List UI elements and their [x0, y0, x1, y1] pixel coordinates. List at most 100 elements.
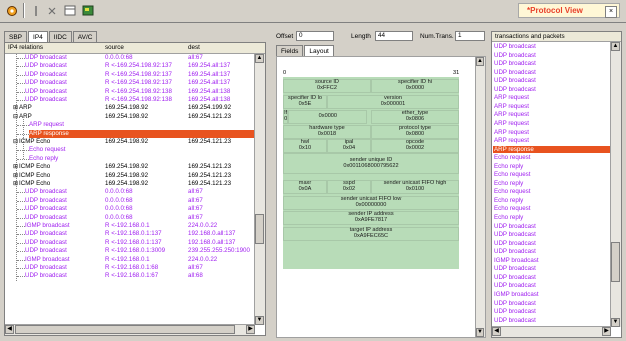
pipe-icon[interactable]: [28, 3, 44, 18]
table-row[interactable]: UDP broadcast R <-169.254.198.92:137 169.2…: [5, 79, 255, 87]
table-row[interactable]: UDP broadcast R <-169.254.198.92:138 169.2…: [5, 88, 255, 96]
table-row[interactable]: UDP broadcast R <-169.254.198.92:137 169.2…: [5, 71, 255, 79]
scroll-right-icon[interactable]: ▶: [246, 325, 255, 334]
table-row[interactable]: UDP broadcast 0.0.0.0:68 all:67: [5, 214, 255, 222]
right-scroll-up-icon[interactable]: ▲: [611, 42, 620, 51]
col-source[interactable]: source: [105, 44, 124, 51]
relation-source: R <-192.168.0.1:68: [105, 264, 159, 271]
right-hscroll[interactable]: ◀ ▶: [492, 326, 611, 337]
table-row[interactable]: IGMP broadcast R <-192.168.0.1 224.0.0.22: [5, 256, 255, 264]
expand-toggle-icon[interactable]: ⊞: [13, 163, 18, 171]
col-relations[interactable]: IP4 relations: [8, 44, 43, 51]
offset-field[interactable]: 0: [296, 31, 334, 41]
list-item[interactable]: UDP broadcast: [494, 274, 536, 281]
table-row[interactable]: ⊞ ICMP Echo 169.254.198.92 169.254.121.23: [5, 163, 255, 171]
table-row[interactable]: Echo request: [5, 146, 255, 154]
table-row[interactable]: UDP broadcast 0.0.0.0:68 all:67: [5, 197, 255, 205]
list-item[interactable]: UDP broadcast: [494, 231, 536, 238]
scroll-down-icon[interactable]: ▼: [255, 316, 264, 325]
image-icon[interactable]: [80, 3, 96, 18]
list-item[interactable]: UDP broadcast: [494, 300, 536, 307]
table-row[interactable]: UDP broadcast R <-192.168.0.1:67 all:68: [5, 272, 255, 280]
list-item[interactable]: Echo request: [494, 154, 530, 161]
expand-toggle-icon[interactable]: ⊞: [13, 172, 18, 180]
list-item[interactable]: ARP request: [494, 137, 529, 144]
table-row[interactable]: UDP broadcast R <-192.168.0.1:137 192.168.…: [5, 239, 255, 247]
table-row[interactable]: UDP broadcast 0.0.0.0:68 all:67: [5, 188, 255, 196]
table-row[interactable]: UDP broadcast R <-192.168.0.1:137 192.168.…: [5, 230, 255, 238]
scroll-up-icon[interactable]: ▲: [255, 54, 264, 63]
middle-vscroll[interactable]: ▲ ▼: [475, 57, 485, 337]
list-item[interactable]: Echo reply: [494, 197, 523, 204]
right-scroll-left-icon[interactable]: ◀: [492, 327, 501, 336]
right-scroll-thumb[interactable]: [611, 242, 620, 282]
list-item[interactable]: ARP request: [494, 103, 529, 110]
list-item[interactable]: UDP broadcast: [494, 308, 536, 315]
expand-toggle-icon[interactable]: ⊟: [13, 138, 18, 146]
list-item[interactable]: UDP broadcast: [494, 317, 536, 324]
list-item[interactable]: Echo request: [494, 171, 530, 178]
table-row[interactable]: ⊞ ICMP Echo 169.254.198.92 169.254.121.23: [5, 172, 255, 180]
right-scroll-down-icon[interactable]: ▼: [611, 318, 620, 327]
list-item[interactable]: IGMP broadcast: [494, 291, 539, 298]
col-dest[interactable]: dest: [188, 44, 200, 51]
list-item[interactable]: UDP broadcast: [494, 77, 536, 84]
list-item[interactable]: Echo reply: [494, 163, 523, 170]
expand-toggle-icon[interactable]: ⊞: [13, 104, 18, 112]
table-row[interactable]: IGMP broadcast R <-192.168.0.1 224.0.0.22: [5, 222, 255, 230]
list-item[interactable]: UDP broadcast: [494, 223, 536, 230]
list-item[interactable]: IGMP broadcast: [494, 257, 539, 264]
table-row[interactable]: ⊞ ICMP Echo 169.254.198.92 169.254.121.23: [5, 180, 255, 188]
list-item[interactable]: UDP broadcast: [494, 52, 536, 59]
list-item[interactable]: ARP request: [494, 120, 529, 127]
relation-dest: 224.0.0.22: [188, 255, 218, 263]
relation-name: ARP response: [29, 129, 265, 138]
table-row[interactable]: ⊟ ICMP Echo 169.254.198.92 169.254.121.23: [5, 138, 255, 146]
list-item[interactable]: UDP broadcast: [494, 248, 536, 255]
length-field[interactable]: 44: [375, 31, 413, 41]
table-row[interactable]: UDP broadcast R <-192.168.0.1:68 all:67: [5, 264, 255, 272]
left-hscroll-thumb[interactable]: [15, 325, 235, 334]
table-row[interactable]: ARP response: [5, 129, 265, 138]
left-hscroll[interactable]: ◀ ▶: [5, 324, 255, 335]
expand-toggle-icon[interactable]: ⊞: [13, 180, 18, 188]
protocol-view-tab[interactable]: *Protocol View ×: [518, 3, 620, 18]
scroll-left-icon[interactable]: ◀: [5, 325, 14, 334]
table-row[interactable]: UDP broadcast R <-169.254.198.92:138 169.2…: [5, 96, 255, 104]
list-item[interactable]: UDP broadcast: [494, 43, 536, 50]
expand-toggle-icon[interactable]: ⊟: [13, 113, 18, 121]
list-item[interactable]: ARP request: [494, 94, 529, 101]
table-row[interactable]: ARP request: [5, 121, 255, 129]
left-scroll-thumb[interactable]: [255, 214, 264, 244]
list-item[interactable]: Echo request: [494, 188, 530, 195]
left-vscroll[interactable]: ▲ ▼: [254, 54, 265, 325]
list-item[interactable]: ARP request: [494, 111, 529, 118]
list-item[interactable]: Echo reply: [494, 180, 523, 187]
right-scroll-right-icon[interactable]: ▶: [602, 327, 611, 336]
list-item[interactable]: UDP broadcast: [494, 240, 536, 247]
list-item[interactable]: UDP broadcast: [494, 69, 536, 76]
table-row[interactable]: ⊟ ARP 169.254.198.92 169.254.121.23: [5, 113, 255, 121]
table-row[interactable]: UDP broadcast R <-192.168.0.1:3009 239.255…: [5, 247, 255, 255]
list-item[interactable]: UDP broadcast: [494, 265, 536, 272]
table-row[interactable]: UDP broadcast 0.0.0.0:68 all:67: [5, 205, 255, 213]
cross-icon[interactable]: [44, 3, 60, 18]
list-item[interactable]: ARP response: [493, 145, 610, 153]
list-item[interactable]: Echo reply: [494, 214, 523, 221]
list-item[interactable]: Echo request: [494, 205, 530, 212]
mid-scroll-up-icon[interactable]: ▲: [476, 57, 484, 66]
close-icon[interactable]: ×: [605, 6, 617, 18]
table-row[interactable]: Echo reply: [5, 155, 255, 163]
mid-scroll-down-icon[interactable]: ▼: [476, 328, 484, 337]
right-vscroll[interactable]: ▲ ▼: [610, 42, 621, 327]
layout-icon[interactable]: [62, 3, 78, 18]
num-trans-field[interactable]: 1: [455, 31, 485, 41]
list-item[interactable]: UDP broadcast: [494, 60, 536, 67]
list-item[interactable]: ARP request: [494, 129, 529, 136]
table-row[interactable]: ⊞ ARP 169.254.198.92 169.254.199.92: [5, 104, 255, 112]
gear-icon[interactable]: [4, 3, 20, 18]
table-row[interactable]: UDP broadcast R <-169.254.198.92:137 169.2…: [5, 62, 255, 70]
list-item[interactable]: UDP broadcast: [494, 86, 536, 93]
list-item[interactable]: UDP broadcast: [494, 282, 536, 289]
table-row[interactable]: UDP broadcast 0.0.0.0:68 all:67: [5, 54, 255, 62]
